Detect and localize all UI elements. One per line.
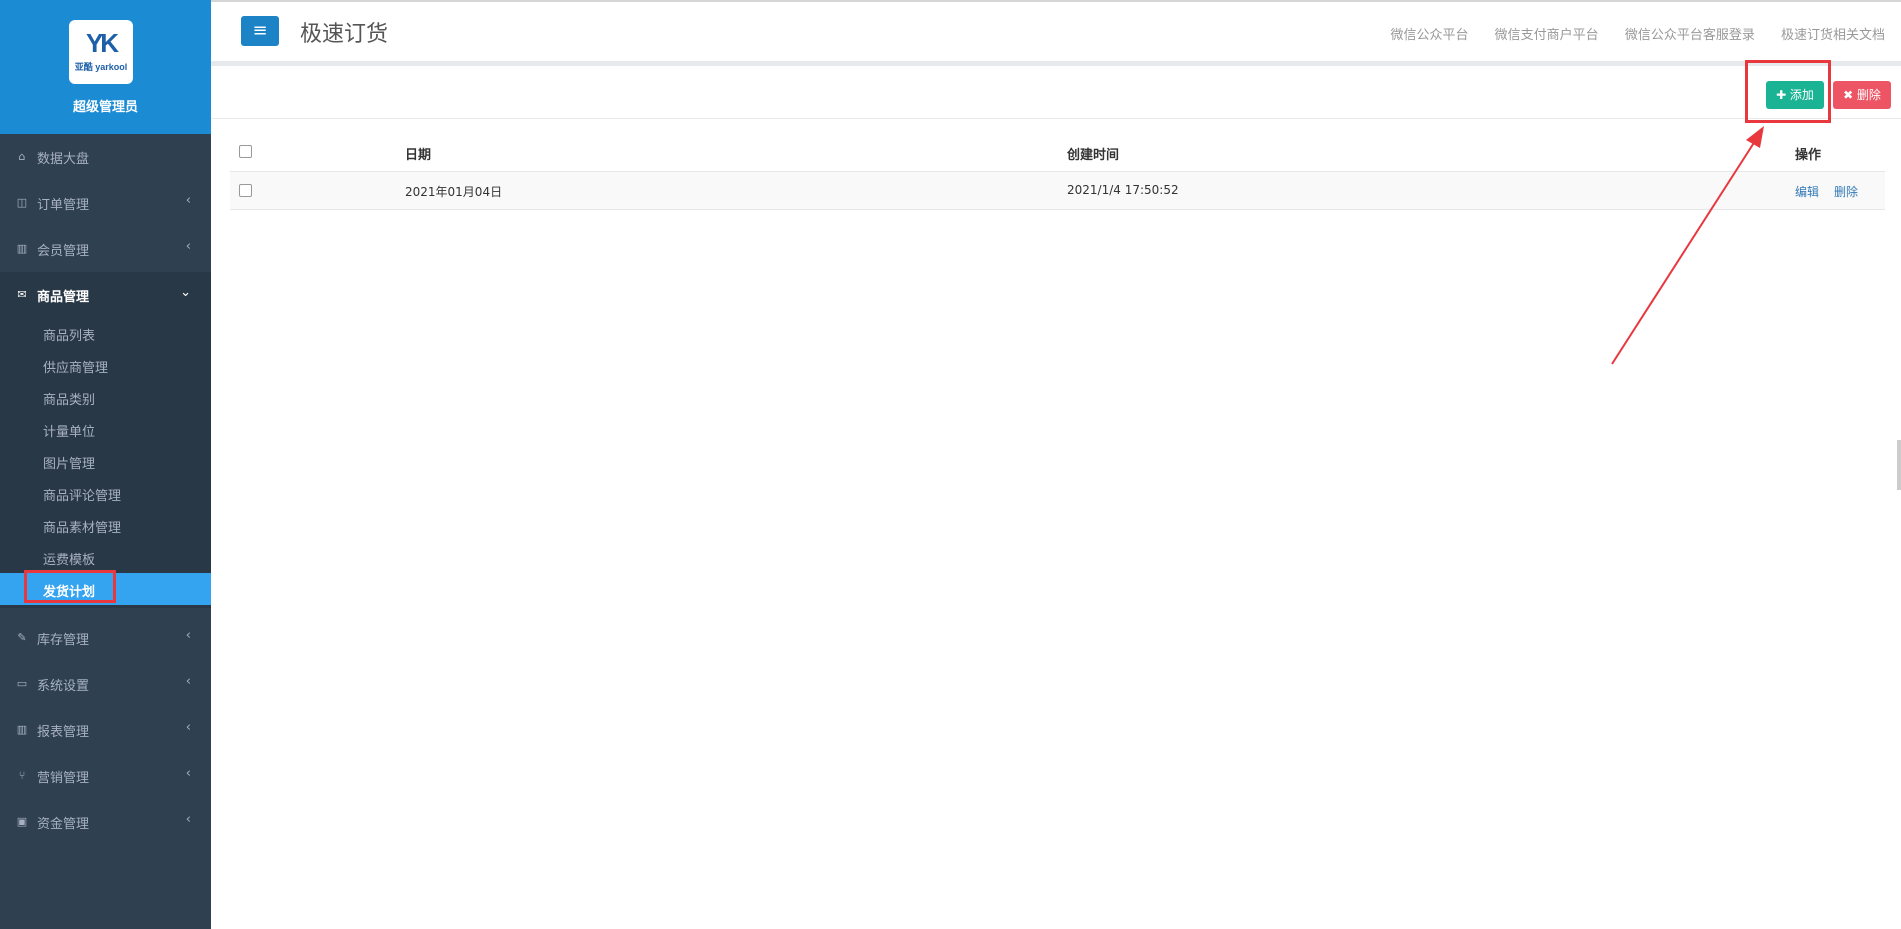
chevron-left-icon: ‹	[185, 628, 191, 643]
submenu-item-shipping-templates[interactable]: 运费模板	[0, 541, 211, 573]
submenu-item-label: 图片管理	[43, 457, 96, 472]
products-submenu: 商品列表 供应商管理 商品类别 计量单位 图片管理 商品评论管理 商品素材管理 …	[0, 317, 211, 608]
row-checkbox[interactable]	[239, 184, 252, 197]
sidebar-item-label: 系统设置	[37, 679, 90, 694]
link-wechat-platform[interactable]: 微信公众平台	[1391, 28, 1469, 43]
column-header-created[interactable]: 创建时间	[1067, 144, 1119, 163]
sidebar-item-label: 报表管理	[37, 725, 90, 740]
submenu-item-label: 运费模板	[43, 553, 96, 568]
chevron-down-icon: ⌄	[180, 285, 191, 300]
submenu-item-images[interactable]: 图片管理	[0, 445, 211, 477]
sidebar-item-orders[interactable]: ◫ 订单管理 ‹	[0, 180, 211, 226]
column-header-actions: 操作	[1795, 148, 1822, 163]
sidebar-item-label: 商品管理	[37, 290, 90, 305]
column-header-date[interactable]: 日期	[405, 144, 431, 163]
sidebar-item-label: 订单管理	[37, 198, 90, 213]
sidebar-item-label: 会员管理	[37, 244, 90, 259]
submenu-item-label: 商品列表	[43, 329, 96, 344]
chevron-left-icon: ‹	[185, 674, 191, 689]
hamburger-icon[interactable]: ≡	[241, 16, 279, 46]
submenu-item-reviews[interactable]: 商品评论管理	[0, 477, 211, 509]
logo-text: 亚酷 yarkool	[74, 62, 128, 72]
table-header: 日期 创建时间 操作	[230, 133, 1885, 172]
profile-header: YK 亚酷 yarkool 超级管理员	[0, 0, 211, 134]
sidebar-item-members[interactable]: ▥ 会员管理 ‹	[0, 226, 211, 272]
link-wechat-pay-merchant[interactable]: 微信支付商户平台	[1495, 28, 1599, 43]
bar-chart-icon: ▥	[16, 242, 28, 255]
chevron-left-icon: ‹	[185, 720, 191, 735]
cell-date: 2021年01月04日	[405, 185, 503, 199]
company-logo[interactable]: YK 亚酷 yarkool	[69, 20, 133, 84]
submenu-item-categories[interactable]: 商品类别	[0, 381, 211, 413]
cutlery-icon: ⑂	[18, 769, 26, 782]
bar-chart-icon: ▥	[16, 723, 28, 736]
home-icon: ⌂	[18, 150, 26, 163]
delete-button[interactable]: ✖ 删除	[1833, 81, 1891, 109]
delete-link[interactable]: 删除	[1834, 183, 1858, 200]
sidebar-item-settings[interactable]: ▭ 系统设置 ‹	[0, 661, 211, 707]
envelope-icon: ✉	[17, 288, 27, 301]
link-wechat-support-login[interactable]: 微信公众平台客服登录	[1625, 28, 1755, 43]
chevron-left-icon: ‹	[185, 766, 191, 781]
sidebar-item-reports[interactable]: ▥ 报表管理 ‹	[0, 707, 211, 753]
sidebar-item-label: 营销管理	[37, 771, 90, 786]
sidebar: YK 亚酷 yarkool 超级管理员 ⌂ 数据大盘 ◫ 订单管理 ‹ ▥ 会员…	[0, 0, 211, 929]
desktop-icon: ▭	[16, 677, 28, 690]
link-docs[interactable]: 极速订货相关文档	[1781, 28, 1885, 43]
chevron-left-icon: ‹	[185, 812, 191, 827]
edit-icon: ✎	[17, 631, 27, 644]
sidebar-item-marketing[interactable]: ⑂ 营销管理 ‹	[0, 753, 211, 799]
chevron-left-icon: ‹	[185, 239, 191, 254]
submenu-item-units[interactable]: 计量单位	[0, 413, 211, 445]
submenu-item-label: 商品类别	[43, 393, 96, 408]
page-title: 极速订货	[300, 22, 389, 47]
submenu-item-label: 商品评论管理	[43, 489, 122, 504]
table-row[interactable]: 2021年01月04日 2021/1/4 17:50:52 编辑 删除	[230, 172, 1885, 210]
sidebar-item-label: 资金管理	[37, 817, 90, 832]
submenu-item-suppliers[interactable]: 供应商管理	[0, 349, 211, 381]
action-toolbar: ✚ 添加 ✖ 删除	[211, 66, 1901, 119]
sidebar-item-finance[interactable]: ▣ 资金管理 ‹	[0, 799, 211, 845]
submenu-item-label: 计量单位	[43, 425, 96, 440]
sidebar-item-products[interactable]: ✉ 商品管理 ⌄	[0, 272, 211, 318]
cell-created: 2021/1/4 17:50:52	[1067, 183, 1179, 197]
scrollbar-handle[interactable]	[1897, 440, 1901, 490]
submenu-item-label: 商品素材管理	[43, 521, 122, 536]
submenu-item-label: 供应商管理	[43, 361, 109, 376]
submenu-item-product-list[interactable]: 商品列表	[0, 317, 211, 349]
edit-link[interactable]: 编辑	[1795, 183, 1819, 200]
sidebar-item-label: 数据大盘	[37, 152, 90, 167]
chevron-left-icon: ‹	[185, 193, 191, 208]
columns-icon: ◫	[16, 196, 28, 209]
logo-mark: YK	[85, 28, 119, 58]
submenu-item-materials[interactable]: 商品素材管理	[0, 509, 211, 541]
money-icon: ▣	[16, 815, 28, 828]
annotation-highlight-box	[1745, 60, 1831, 123]
profile-name[interactable]: 超级管理员	[0, 96, 211, 115]
top-links: 微信公众平台 微信支付商户平台 微信公众平台客服登录 极速订货相关文档	[1369, 24, 1885, 43]
annotation-highlight-box	[24, 570, 116, 603]
sidebar-item-dashboard[interactable]: ⌂ 数据大盘	[0, 134, 211, 180]
top-navbar: ≡ 极速订货 微信公众平台 微信支付商户平台 微信公众平台客服登录 极速订货相关…	[211, 0, 1901, 61]
select-all-checkbox[interactable]	[239, 145, 252, 158]
app-root: YK 亚酷 yarkool 超级管理员 ⌂ 数据大盘 ◫ 订单管理 ‹ ▥ 会员…	[0, 0, 1901, 929]
sidebar-item-label: 库存管理	[37, 633, 90, 648]
sidebar-item-inventory[interactable]: ✎ 库存管理 ‹	[0, 615, 211, 661]
